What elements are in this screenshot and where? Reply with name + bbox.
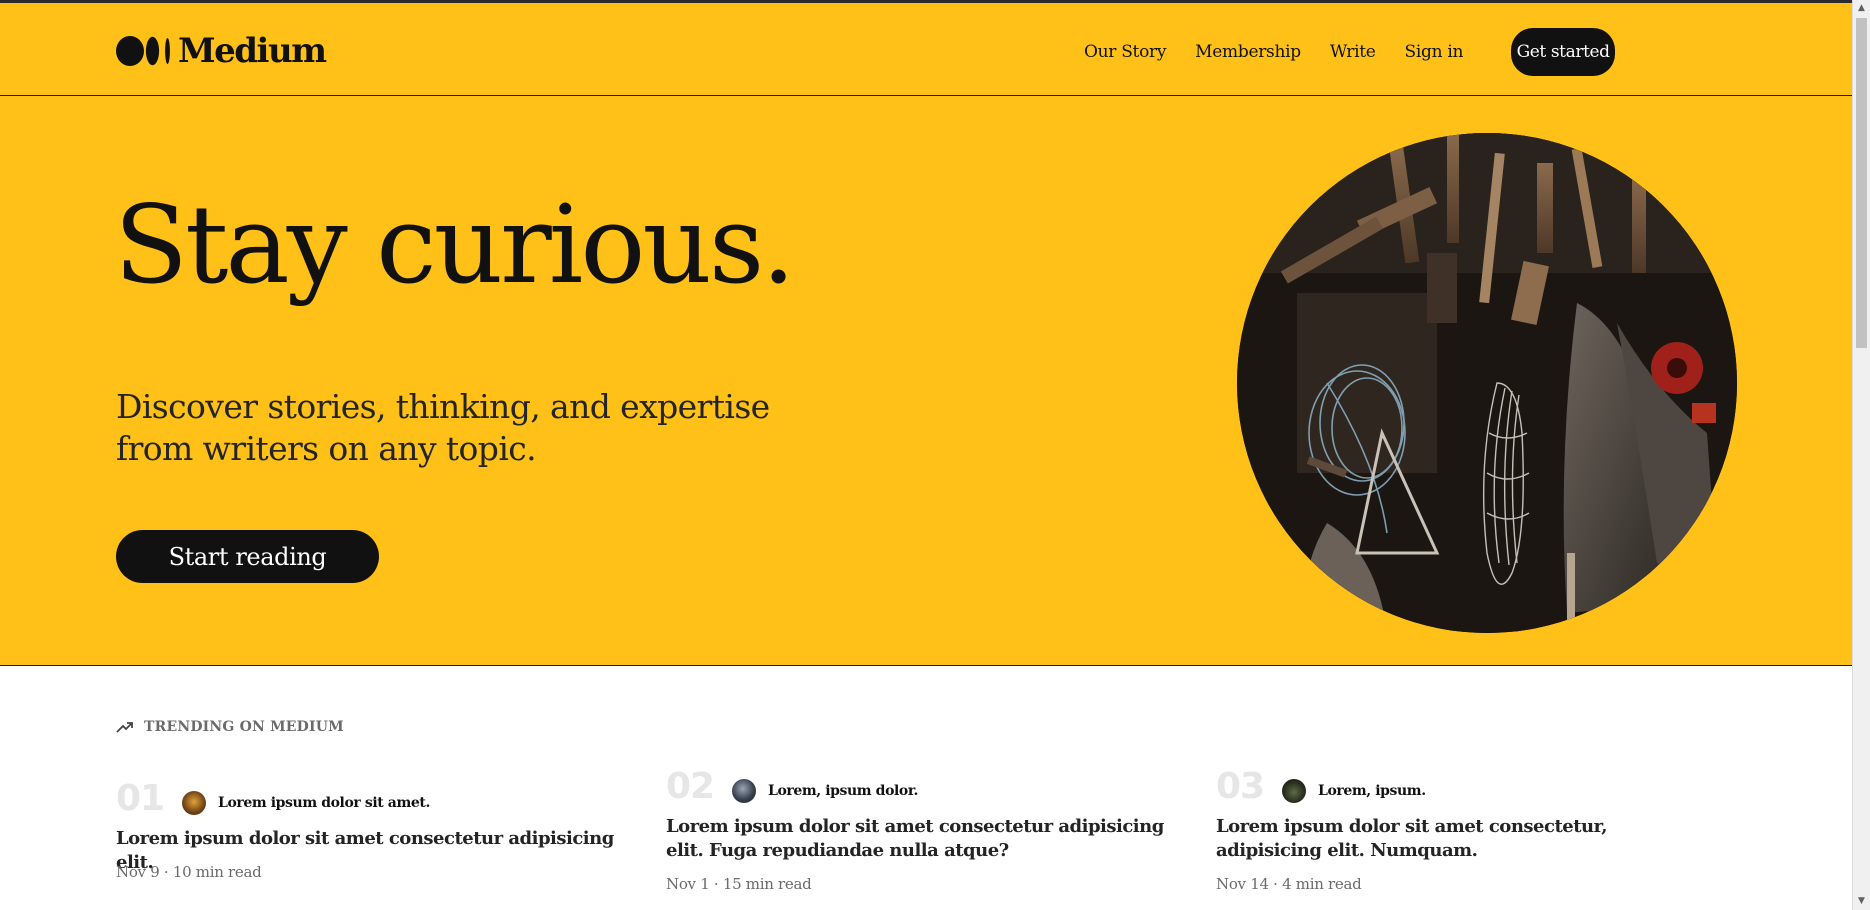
brand-name: Medium (178, 31, 327, 71)
author[interactable]: Lorem, ipsum dolor. (732, 779, 918, 803)
trending-heading-label: TRENDING ON MEDIUM (144, 719, 344, 735)
medium-logo[interactable]: Medium (116, 31, 327, 71)
trending-number: 02 (666, 766, 715, 807)
trending-number: 03 (1216, 766, 1265, 807)
start-reading-button[interactable]: Start reading (116, 530, 379, 583)
hero-section: Stay curious. Discover stories, thinking… (0, 96, 1852, 666)
trending-card-2[interactable]: 02 Lorem, ipsum dolor. Lorem ipsum dolor… (666, 767, 1186, 897)
get-started-button[interactable]: Get started (1511, 28, 1616, 76)
article-title[interactable]: Lorem ipsum dolor sit amet consectetur a… (666, 815, 1166, 863)
article-title[interactable]: Lorem ipsum dolor sit amet consectetur, … (1216, 815, 1716, 863)
author-name: Lorem ipsum dolor sit amet. (218, 795, 430, 811)
scroll-down-arrow-icon[interactable]: ▼ (1853, 893, 1870, 910)
trending-heading: TRENDING ON MEDIUM (116, 719, 344, 735)
avatar (1282, 779, 1306, 803)
article-meta: Nov 14 · 4 min read (1216, 875, 1362, 893)
scroll-thumb[interactable] (1856, 18, 1867, 348)
page: Medium Our Story Membership Write Sign i… (0, 0, 1852, 910)
article-meta: Nov 1 · 15 min read (666, 875, 812, 893)
page-scrollbar[interactable]: ▲ ▼ (1852, 0, 1870, 910)
main-nav: Our Story Membership Write Sign in Get s… (1084, 28, 1616, 76)
workshop-tools-photo (1237, 133, 1737, 633)
top-navbar: Medium Our Story Membership Write Sign i… (0, 3, 1852, 96)
author[interactable]: Lorem, ipsum. (1282, 779, 1426, 803)
trending-card-1[interactable]: 01 Lorem ipsum dolor sit amet. Lorem ips… (116, 779, 636, 889)
trending-card-3[interactable]: 03 Lorem, ipsum. Lorem ipsum dolor sit a… (1216, 767, 1736, 897)
article-meta: Nov 9 · 10 min read (116, 863, 262, 881)
nav-our-story[interactable]: Our Story (1084, 42, 1166, 62)
avatar (182, 791, 206, 815)
nav-write[interactable]: Write (1330, 42, 1376, 62)
avatar (732, 779, 756, 803)
author-name: Lorem, ipsum. (1318, 783, 1426, 799)
scroll-up-arrow-icon[interactable]: ▲ (1853, 0, 1870, 17)
author[interactable]: Lorem ipsum dolor sit amet. (182, 791, 430, 815)
trending-up-icon (116, 722, 133, 733)
hero-subtitle: Discover stories, thinking, and expertis… (116, 387, 770, 468)
nav-membership[interactable]: Membership (1195, 42, 1301, 62)
hero-title: Stay curious. (114, 183, 796, 308)
hero-image (1237, 133, 1737, 633)
trending-number: 01 (116, 778, 165, 819)
nav-sign-in[interactable]: Sign in (1405, 42, 1464, 62)
medium-logo-icon (116, 36, 170, 66)
author-name: Lorem, ipsum dolor. (768, 783, 919, 799)
